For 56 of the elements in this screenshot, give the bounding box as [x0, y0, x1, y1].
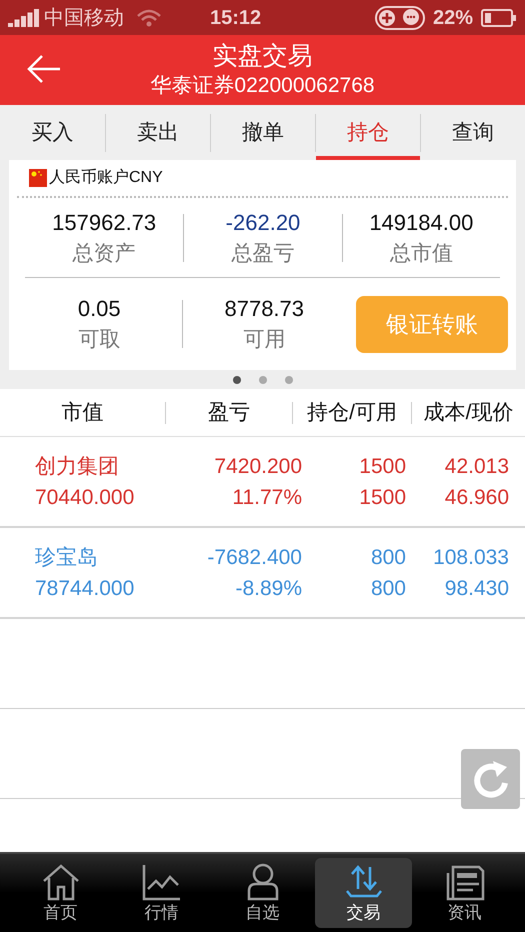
fund-label: 可取: [78, 327, 120, 353]
stock-name: 创力集团: [35, 454, 120, 480]
newspaper-icon: [444, 863, 484, 901]
line-chart-icon: [142, 863, 182, 901]
available: 1500: [359, 484, 406, 510]
account-subtitle: 华泰证券022000062768: [150, 73, 375, 99]
nav-tab[interactable]: 行情: [113, 858, 210, 928]
page-title: 实盘交易: [212, 41, 312, 72]
tab[interactable]: 买入: [0, 105, 105, 160]
fund-value: 8778.73: [224, 295, 304, 323]
tab[interactable]: 查询: [421, 105, 525, 160]
tab[interactable]: 撤单: [211, 105, 315, 160]
current-price: 46.960: [444, 484, 509, 510]
stat-value: 157962.73: [52, 208, 156, 236]
carrier-name: 中国移动: [44, 6, 124, 30]
stat-value: 149184.00: [369, 208, 474, 236]
market-value: 70440.000: [35, 484, 136, 510]
stat-label: 总盈亏: [231, 240, 294, 266]
nav-tab[interactable]: 资讯: [416, 858, 513, 928]
column-header: 持仓/可用: [306, 400, 398, 426]
signal-icon: [8, 8, 40, 26]
profit-percent: -8.89%: [235, 576, 302, 602]
fund-value: 0.05: [78, 295, 121, 323]
profit: -7682.400: [207, 544, 302, 570]
current-price: 98.430: [444, 576, 509, 602]
battery-percent: 22%: [432, 6, 473, 30]
app-status-icon: [374, 6, 425, 30]
available: 800: [370, 576, 406, 602]
column-header: 盈亏: [207, 400, 251, 426]
wifi-icon: [136, 8, 162, 26]
nav-tab[interactable]: 自选: [214, 858, 311, 928]
position: 800: [370, 544, 406, 570]
clock: 15:12: [210, 6, 262, 30]
cost-price: 108.033: [433, 544, 509, 570]
fund-label: 可用: [243, 327, 286, 353]
column-header: 成本/现价: [422, 400, 514, 426]
nav-tab[interactable]: 交易: [315, 858, 412, 928]
battery-icon: [481, 8, 517, 26]
nav-tab[interactable]: 首页: [12, 858, 109, 928]
stat-label: 总市值: [390, 240, 453, 266]
profit: 7420.200: [214, 454, 302, 480]
cost-price: 42.013: [444, 454, 509, 480]
tab[interactable]: 卖出: [106, 105, 210, 160]
account-name: 人民币账户CNY: [49, 168, 163, 188]
flag-icon: [29, 169, 47, 187]
home-icon: [40, 863, 80, 901]
stock-name: 珍宝岛: [35, 544, 99, 570]
back-arrow-icon: [26, 53, 62, 85]
position: 1500: [359, 454, 406, 480]
holding-row[interactable]: 创力集团 70440.000 7420.200 11.77% 1500 1500 42.013 46.960: [0, 437, 525, 528]
market-value: 78744.000: [35, 576, 136, 602]
person-icon: [246, 863, 280, 901]
column-header: 市值: [60, 400, 104, 426]
profit-percent: 11.77%: [232, 484, 302, 510]
stat-value: -262.20: [226, 208, 300, 236]
stat-label: 总资产: [72, 240, 136, 266]
